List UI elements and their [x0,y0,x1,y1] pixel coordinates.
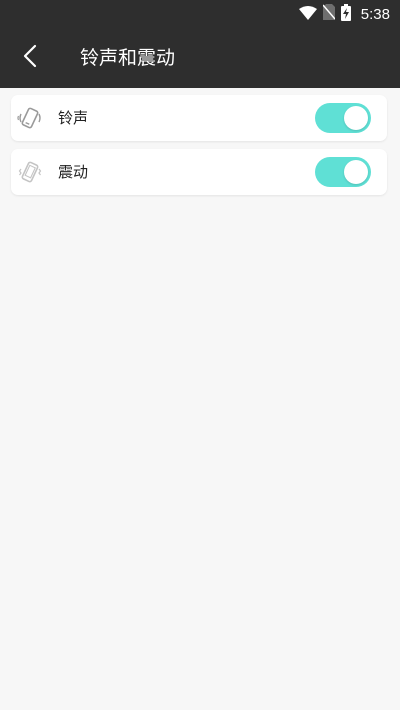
vibrate-toggle[interactable] [315,157,371,187]
app-bar: 铃声和震动 [0,28,400,88]
battery-charging-icon [340,3,351,25]
setting-label-ringtone: 铃声 [58,109,89,127]
toggle-knob [344,106,368,130]
vibrate-icon [17,159,43,185]
setting-row-ringtone[interactable]: 铃声 [11,95,387,141]
chevron-left-icon [23,44,37,72]
ringtone-icon [17,105,43,131]
settings-list: 铃声 震动 [0,88,400,710]
no-sim-icon [322,4,336,24]
wifi-icon [298,5,317,24]
status-icons: 5:38 [298,3,390,25]
page-title: 铃声和震动 [80,47,176,69]
setting-label-vibrate: 震动 [58,163,89,181]
setting-row-vibrate[interactable]: 震动 [11,149,387,195]
toggle-knob [344,160,368,184]
ringtone-toggle[interactable] [315,103,371,133]
back-button[interactable] [12,40,48,76]
status-time: 5:38 [360,5,390,23]
status-bar: 5:38 [0,0,400,28]
